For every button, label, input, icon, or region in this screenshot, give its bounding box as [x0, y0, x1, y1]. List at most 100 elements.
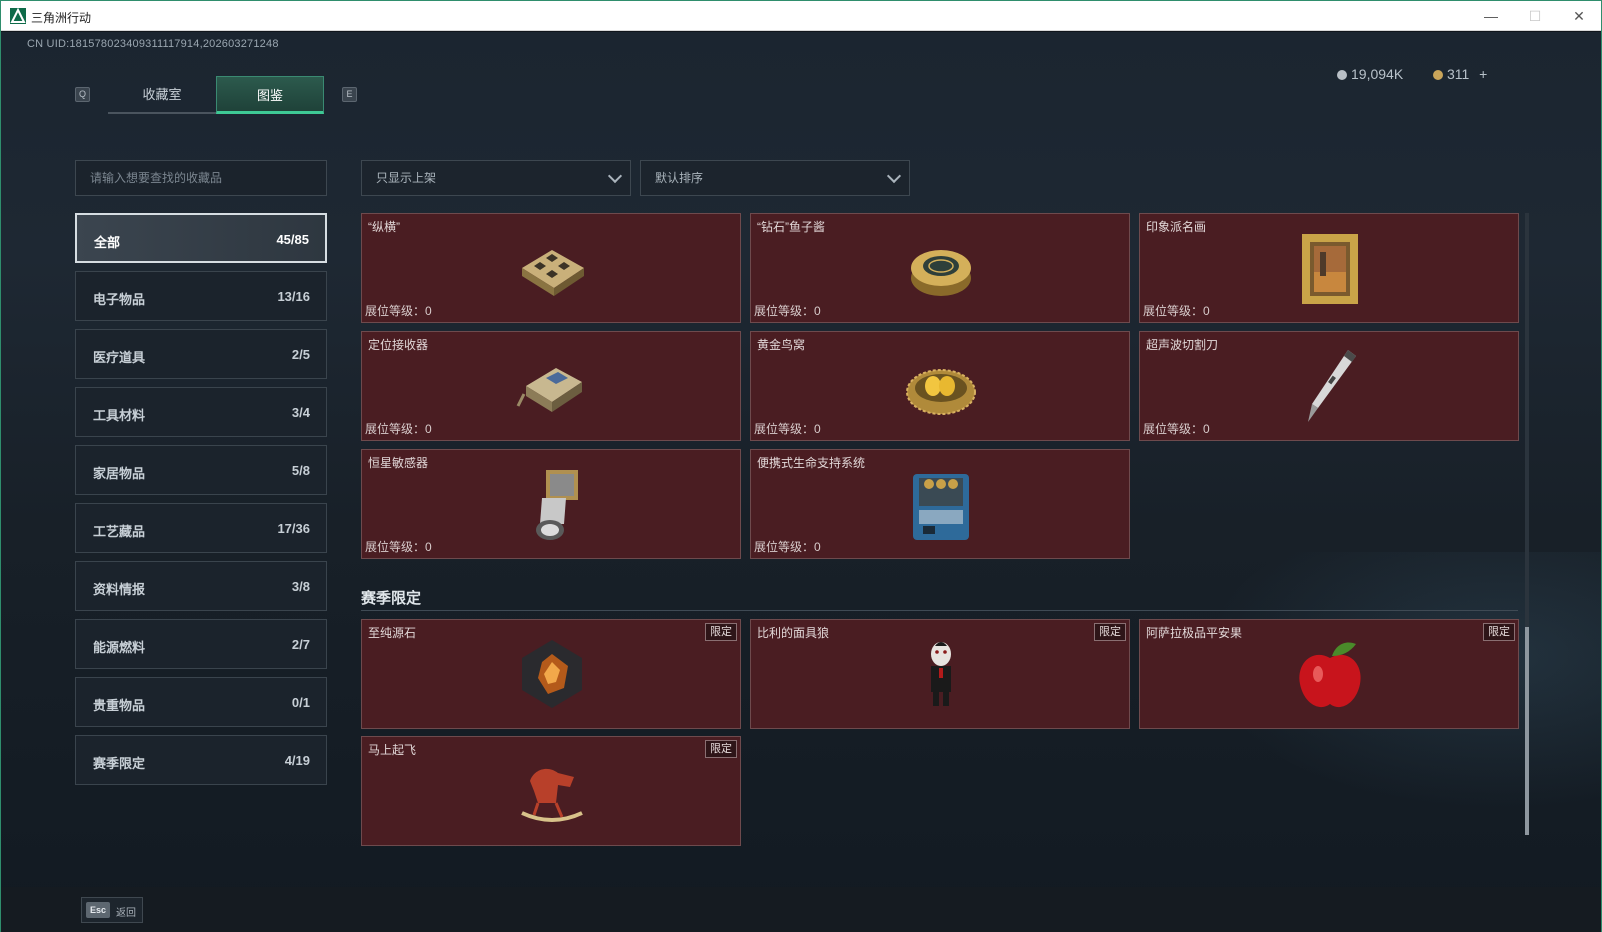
category-crafts[interactable]: 工艺藏品 17/36	[75, 503, 327, 553]
add-currency-button[interactable]: +	[1479, 66, 1487, 82]
category-count: 17/36	[277, 521, 310, 536]
collectible-card[interactable]: 马上起飞 限定	[361, 736, 741, 846]
chevron-down-icon	[607, 168, 623, 184]
collectible-card[interactable]: 黄金鸟窝 展位等级：0	[750, 331, 1130, 441]
collectible-card[interactable]: 超声波切割刀 展位等级：0	[1139, 331, 1519, 441]
booth-level: 展位等级：0	[1143, 304, 1210, 318]
category-valuables[interactable]: 贵重物品 0/1	[75, 677, 327, 727]
uid-label: CN UID:181578023409311117914,20260327124…	[27, 38, 279, 50]
ultrasonic-cutter-icon	[1290, 346, 1370, 426]
puppet-doll-icon	[901, 634, 981, 714]
display-filter-value: 只显示上架	[376, 171, 437, 185]
minimize-button[interactable]: —	[1469, 1, 1513, 31]
game-window: 三角洲行动 — ☐ ✕ CN UID:181578023409311117914…	[0, 0, 1602, 932]
category-count: 3/8	[291, 579, 310, 594]
booth-level: 展位等级：0	[365, 304, 432, 318]
category-count: 2/5	[291, 347, 310, 362]
category-count: 2/7	[291, 637, 310, 652]
booth-level: 展位等级：0	[754, 540, 821, 554]
category-label: 贵重物品	[93, 698, 146, 713]
tab-collection-room[interactable]: 收藏室	[108, 76, 216, 114]
star-sensor-icon	[512, 464, 592, 544]
category-electronics[interactable]: 电子物品 13/16	[75, 271, 327, 321]
category-count: 45/85	[276, 232, 309, 247]
booth-level: 展位等级：0	[1143, 422, 1210, 436]
back-button[interactable]: Esc 返回	[81, 897, 143, 923]
collectible-card[interactable]: 印象派名画 展位等级：0	[1139, 213, 1519, 323]
section-divider	[361, 610, 1518, 611]
scrollbar-thumb[interactable]	[1525, 627, 1529, 835]
collectible-card[interactable]: “钻石”鱼子酱 展位等级：0	[750, 213, 1130, 323]
collectible-card[interactable]: 恒星敏感器 展位等级：0	[361, 449, 741, 559]
category-label: 家居物品	[93, 466, 146, 481]
title-bar: 三角洲行动 — ☐ ✕	[1, 1, 1601, 31]
apple-icon	[1290, 634, 1370, 714]
collectible-card[interactable]: “纵横” 展位等级：0	[361, 213, 741, 323]
category-count: 3/4	[291, 405, 310, 420]
item-name: 印象派名画	[1146, 220, 1207, 234]
category-energy[interactable]: 能源燃料 2/7	[75, 619, 327, 669]
item-name: 便携式生命支持系统	[757, 456, 866, 470]
caviar-tin-icon	[901, 228, 981, 308]
category-label: 能源燃料	[93, 640, 146, 655]
category-label: 工艺藏品	[93, 524, 146, 539]
item-name: 定位接收器	[368, 338, 429, 352]
category-household[interactable]: 家居物品 5/8	[75, 445, 327, 495]
category-tools[interactable]: 工具材料 3/4	[75, 387, 327, 437]
item-name: 比利的面具狼	[757, 626, 830, 640]
collectible-card[interactable]: 比利的面具狼 限定	[750, 619, 1130, 729]
limited-badge: 限定	[1094, 623, 1126, 641]
booth-level: 展位等级：0	[365, 422, 432, 436]
limited-badge: 限定	[1483, 623, 1515, 641]
back-label: 返回	[116, 908, 136, 919]
item-name: “纵横”	[368, 220, 400, 234]
rocking-horse-icon	[512, 751, 592, 831]
category-season-limited[interactable]: 赛季限定 4/19	[75, 735, 327, 785]
display-filter-dropdown[interactable]: 只显示上架	[361, 160, 631, 196]
category-label: 工具材料	[93, 408, 146, 423]
category-count: 13/16	[277, 289, 310, 304]
collectible-card[interactable]: 至纯源石 限定	[361, 619, 741, 729]
item-name: 至纯源石	[368, 626, 417, 640]
collectible-card[interactable]: 阿萨拉极品平安果 限定	[1139, 619, 1519, 729]
collectible-card[interactable]: 便携式生命支持系统 展位等级：0	[750, 449, 1130, 559]
close-button[interactable]: ✕	[1557, 1, 1601, 31]
item-name: 阿萨拉极品平安果	[1146, 626, 1243, 640]
game-area: CN UID:181578023409311117914,20260327124…	[1, 32, 1601, 932]
item-name: “钻石”鱼子酱	[757, 220, 825, 234]
item-name: 超声波切割刀	[1146, 338, 1219, 352]
currency-bar: 19,094K 311 +	[1337, 66, 1487, 82]
tab-codex[interactable]: 图鉴	[216, 76, 324, 114]
limited-badge: 限定	[705, 740, 737, 758]
footer-bar	[1, 887, 1601, 932]
life-support-icon	[901, 464, 981, 544]
maximize-button[interactable]: ☐	[1513, 1, 1557, 31]
collectible-card[interactable]: 定位接收器 展位等级：0	[361, 331, 741, 441]
esc-key: Esc	[86, 902, 110, 918]
item-name: 黄金鸟窝	[757, 338, 806, 352]
silver-amount: 19,094K	[1351, 66, 1404, 82]
category-label: 全部	[94, 235, 121, 250]
category-medical[interactable]: 医疗道具 2/5	[75, 329, 327, 379]
category-intel[interactable]: 资料情报 3/8	[75, 561, 327, 611]
silver-coin-icon	[1337, 70, 1347, 80]
sort-dropdown[interactable]: 默认排序	[640, 160, 910, 196]
booth-level: 展位等级：0	[754, 422, 821, 436]
category-label: 赛季限定	[93, 756, 146, 771]
category-count: 4/19	[284, 753, 310, 768]
category-count: 0/1	[291, 695, 310, 710]
category-count: 5/8	[291, 463, 310, 478]
golden-nest-icon	[901, 346, 981, 426]
chevron-down-icon	[886, 168, 902, 184]
gold-amount: 311	[1446, 66, 1470, 82]
category-label: 资料情报	[93, 582, 146, 597]
item-name: 恒星敏感器	[368, 456, 429, 470]
gold-coin-icon	[1432, 70, 1443, 80]
prev-tab-key[interactable]: Q	[75, 87, 90, 102]
item-name: 马上起飞	[368, 743, 417, 757]
next-tab-key[interactable]: E	[342, 87, 357, 102]
source-stone-icon	[512, 634, 592, 714]
window-title: 三角洲行动	[31, 11, 92, 25]
category-all[interactable]: 全部 45/85	[75, 213, 327, 263]
search-input[interactable]: 请输入想要查找的收藏品	[75, 160, 327, 196]
